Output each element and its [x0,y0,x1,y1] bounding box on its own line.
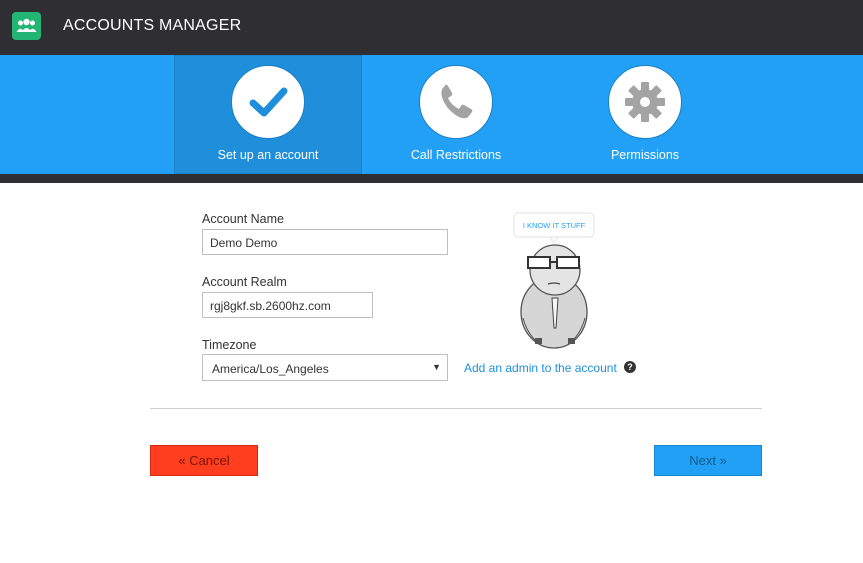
top-bar: ACCOUNTS MANAGER [0,0,863,55]
phone-icon [419,65,493,139]
timezone-selected-value: America/Los_Angeles [212,362,329,376]
account-realm-input[interactable]: rgj8gkf.sb.2600hz.com [202,292,373,318]
step-set-up-account[interactable]: Set up an account [174,55,362,174]
step-label: Permissions [610,148,680,162]
step-call-restrictions[interactable]: Call Restrictions [362,55,550,174]
step-permissions[interactable]: Permissions [551,55,739,174]
cancel-button-label: Cancel [189,453,230,468]
app-title: ACCOUNTS MANAGER [63,17,242,34]
speech-bubble-text: I KNOW IT STUFF [523,221,586,230]
step-label: Set up an account [217,148,319,162]
double-left-chevron-icon: « [178,453,186,468]
checkmark-icon [231,65,305,139]
gear-icon [608,65,682,139]
users-icon[interactable] [12,12,41,40]
caret-down-icon: ▼ [432,362,441,372]
add-admin-link[interactable]: Add an admin to the account [464,361,617,375]
next-button[interactable]: Next » [654,445,762,476]
account-name-input[interactable]: Demo Demo [202,229,448,255]
double-right-chevron-icon: » [719,453,727,468]
section-divider [150,408,762,409]
wizard-steps: Set up an account Call Restrictions Perm… [0,55,863,174]
step-label: Call Restrictions [410,148,502,162]
question-circle-icon[interactable]: ? [624,361,636,373]
cancel-button[interactable]: « Cancel [150,445,258,476]
header-divider-strip [0,174,863,183]
account-name-label: Account Name [202,212,284,226]
timezone-select[interactable]: America/Los_Angeles ▼ [202,354,448,381]
next-button-label: Next [689,453,716,468]
it-mascot-illustration: I KNOW IT STUFF [510,210,600,355]
timezone-label: Timezone [202,338,257,352]
account-realm-label: Account Realm [202,275,287,289]
